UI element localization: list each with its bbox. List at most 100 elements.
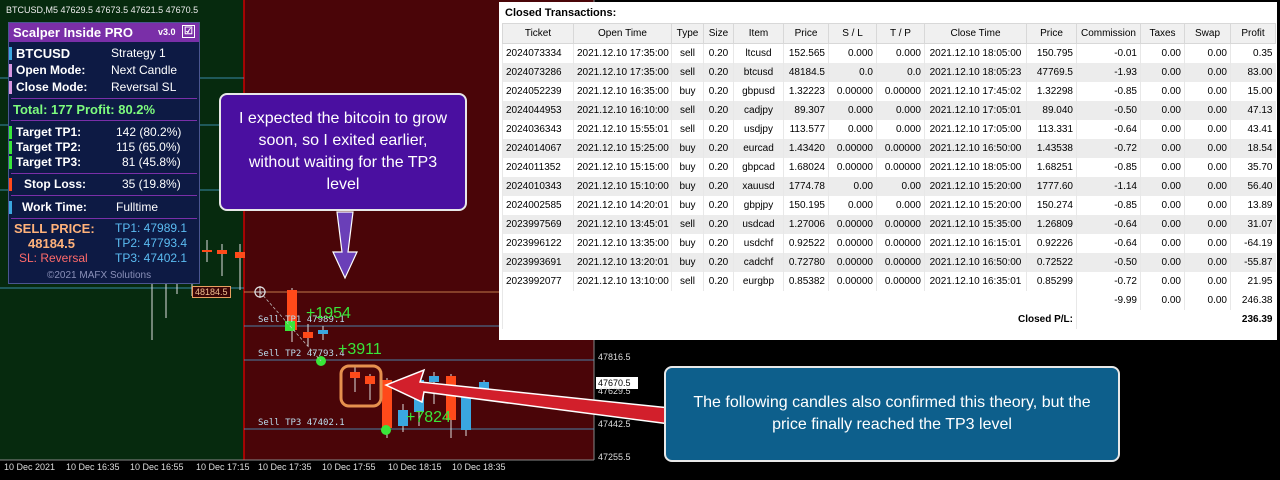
table-cell: 0.00000: [876, 215, 925, 234]
table-cell: 0.72780: [783, 253, 829, 272]
table-cell: 2021.12.10 17:05:01: [924, 101, 1027, 120]
table-cell: 2023992077: [502, 272, 574, 291]
table-cell: 2024014067: [502, 139, 574, 158]
table-cell: 0.00: [876, 177, 925, 196]
table-row[interactable]: 2024052239 2021.12.10 16:35:00 buy 0.20 gbpu…: [502, 82, 1276, 101]
table-cell: 2021.12.10 15:20:00: [924, 177, 1027, 196]
tp2-price: TP2: 47793.4: [115, 236, 188, 250]
table-cell: 0.00: [1140, 139, 1185, 158]
table-cell: 1.68024: [783, 158, 829, 177]
table-cell: sell: [671, 101, 704, 120]
bull-candle: [318, 330, 328, 334]
table-cell: 2021.12.10 16:15:01: [924, 234, 1027, 253]
table-cell: 0.000: [828, 43, 877, 63]
column-header[interactable]: S / L: [828, 23, 877, 44]
column-header[interactable]: Taxes: [1140, 23, 1185, 44]
sl-value: 35 (19.8%): [122, 177, 181, 191]
table-cell: 47769.5: [1026, 63, 1077, 82]
table-cell: -55.87: [1230, 253, 1276, 272]
column-header[interactable]: Swap: [1184, 23, 1231, 44]
table-row[interactable]: 2024036343 2021.12.10 15:55:01 sell 0.20 usd…: [502, 120, 1276, 139]
table-cell: 113.577: [783, 120, 829, 139]
table-cell: 0.00000: [876, 272, 925, 291]
column-header[interactable]: T / P: [876, 23, 925, 44]
tp2-level-label: Sell TP2 47793.4: [258, 349, 345, 359]
entry-price-label: 48184.5: [192, 286, 231, 298]
panel-checkbox-icon[interactable]: ☑: [182, 25, 195, 38]
table-row[interactable]: 2023997569 2021.12.10 13:45:01 sell 0.20 usd…: [502, 215, 1276, 234]
table-cell: 0.0: [876, 63, 925, 82]
table-cell: 0.00: [1140, 177, 1185, 196]
table-cell: 2021.12.10 13:10:00: [573, 272, 672, 291]
column-header[interactable]: Item: [733, 23, 784, 44]
table-cell: 2021.12.10 17:35:00: [573, 63, 672, 82]
panel-title-bar: Scalper Inside PRO v3.0 ☑: [9, 23, 199, 42]
column-header[interactable]: Commission: [1076, 23, 1141, 44]
column-header[interactable]: Ticket: [502, 23, 574, 44]
sl-mode: SL: Reversal: [19, 251, 88, 265]
column-header[interactable]: Price: [783, 23, 829, 44]
table-cell: 0.20: [703, 272, 734, 291]
table-cell: 2021.12.10 18:05:00: [924, 158, 1027, 177]
table-cell: 0.00: [1184, 215, 1231, 234]
table-cell: 0.00000: [828, 272, 877, 291]
table-row[interactable]: 2024011352 2021.12.10 15:15:00 buy 0.20 gbpc…: [502, 158, 1276, 177]
column-header[interactable]: Size: [703, 23, 734, 44]
column-header[interactable]: Close Time: [924, 23, 1027, 44]
table-cell: 0.00000: [828, 158, 877, 177]
column-header[interactable]: Price: [1026, 23, 1077, 44]
table-row[interactable]: 2024002585 2021.12.10 14:20:01 buy 0.20 gbpj…: [502, 196, 1276, 215]
table-row[interactable]: 2023996122 2021.12.10 13:35:00 buy 0.20 usdc…: [502, 234, 1276, 253]
table-cell: 2024044953: [502, 101, 574, 120]
table-row[interactable]: 2023993691 2021.12.10 13:20:01 buy 0.20 cadc…: [502, 253, 1276, 272]
column-header[interactable]: Open Time: [573, 23, 672, 44]
table-cell: 0.00000: [828, 215, 877, 234]
table-cell: 1.43538: [1026, 139, 1077, 158]
table-cell: 1.27006: [783, 215, 829, 234]
table-cell: 150.195: [783, 196, 829, 215]
table-cell: 0.00: [1184, 158, 1231, 177]
table-cell: 2021.12.10 15:55:01: [573, 120, 672, 139]
table-cell: 2021.12.10 15:15:00: [573, 158, 672, 177]
table-cell: cadjpy: [733, 101, 784, 120]
table-cell: 35.70: [1230, 158, 1276, 177]
table-cell: 0.00: [1184, 272, 1231, 291]
table-cell: 2021.12.10 16:50:00: [924, 253, 1027, 272]
table-cell: 0.20: [703, 139, 734, 158]
table-cell: 2021.12.10 18:05:23: [924, 63, 1027, 82]
bear-candle: [303, 332, 313, 338]
table-cell: 0.00: [1184, 253, 1231, 272]
column-header[interactable]: Type: [671, 23, 704, 44]
table-cell: 1777.60: [1026, 177, 1077, 196]
table-cell: 21.95: [1230, 272, 1276, 291]
table-cell: 2023997569: [502, 215, 574, 234]
table-cell: 0.000: [876, 43, 925, 63]
table-cell: 2023996122: [502, 234, 574, 253]
table-row[interactable]: 2024010343 2021.12.10 15:10:00 buy 0.20 xauu…: [502, 177, 1276, 196]
table-row[interactable]: 2024073334 2021.12.10 17:35:00 sell 0.20 ltc…: [502, 43, 1276, 63]
table-cell: 2024010343: [502, 177, 574, 196]
tp3-label: Target TP3:: [16, 155, 82, 169]
time-tick: 10 Dec 16:55: [130, 462, 184, 472]
table-cell: cadchf: [733, 253, 784, 272]
table-cell: 0.00: [1140, 272, 1185, 291]
table-cell: usdjpy: [733, 120, 784, 139]
table-cell: usdchf: [733, 234, 784, 253]
table-cell: 2021.12.10 15:25:00: [573, 139, 672, 158]
column-header[interactable]: Profit: [1230, 23, 1276, 44]
table-cell: 0.00000: [876, 82, 925, 101]
table-cell: 0.35: [1230, 43, 1276, 63]
table-row[interactable]: 2024044953 2021.12.10 16:10:00 sell 0.20 cad…: [502, 101, 1276, 120]
table-cell: 0.20: [703, 82, 734, 101]
table-cell: 0.000: [876, 101, 925, 120]
table-row[interactable]: 2024014067 2021.12.10 15:25:00 buy 0.20 eurc…: [502, 139, 1276, 158]
table-row[interactable]: 2024073286 2021.12.10 17:35:00 sell 0.20 btc…: [502, 63, 1276, 82]
panel-title: Scalper Inside PRO: [13, 25, 133, 40]
table-cell: 150.274: [1026, 196, 1077, 215]
table-cell: 15.00: [1230, 82, 1276, 101]
table-cell: 89.040: [1026, 101, 1077, 120]
table-cell: 0.00: [1184, 196, 1231, 215]
tp3-level-label: Sell TP3 47402.1: [258, 418, 345, 428]
table-row[interactable]: 2023992077 2021.12.10 13:10:00 sell 0.20 eur…: [502, 272, 1276, 291]
time-tick: 10 Dec 16:35: [66, 462, 120, 472]
